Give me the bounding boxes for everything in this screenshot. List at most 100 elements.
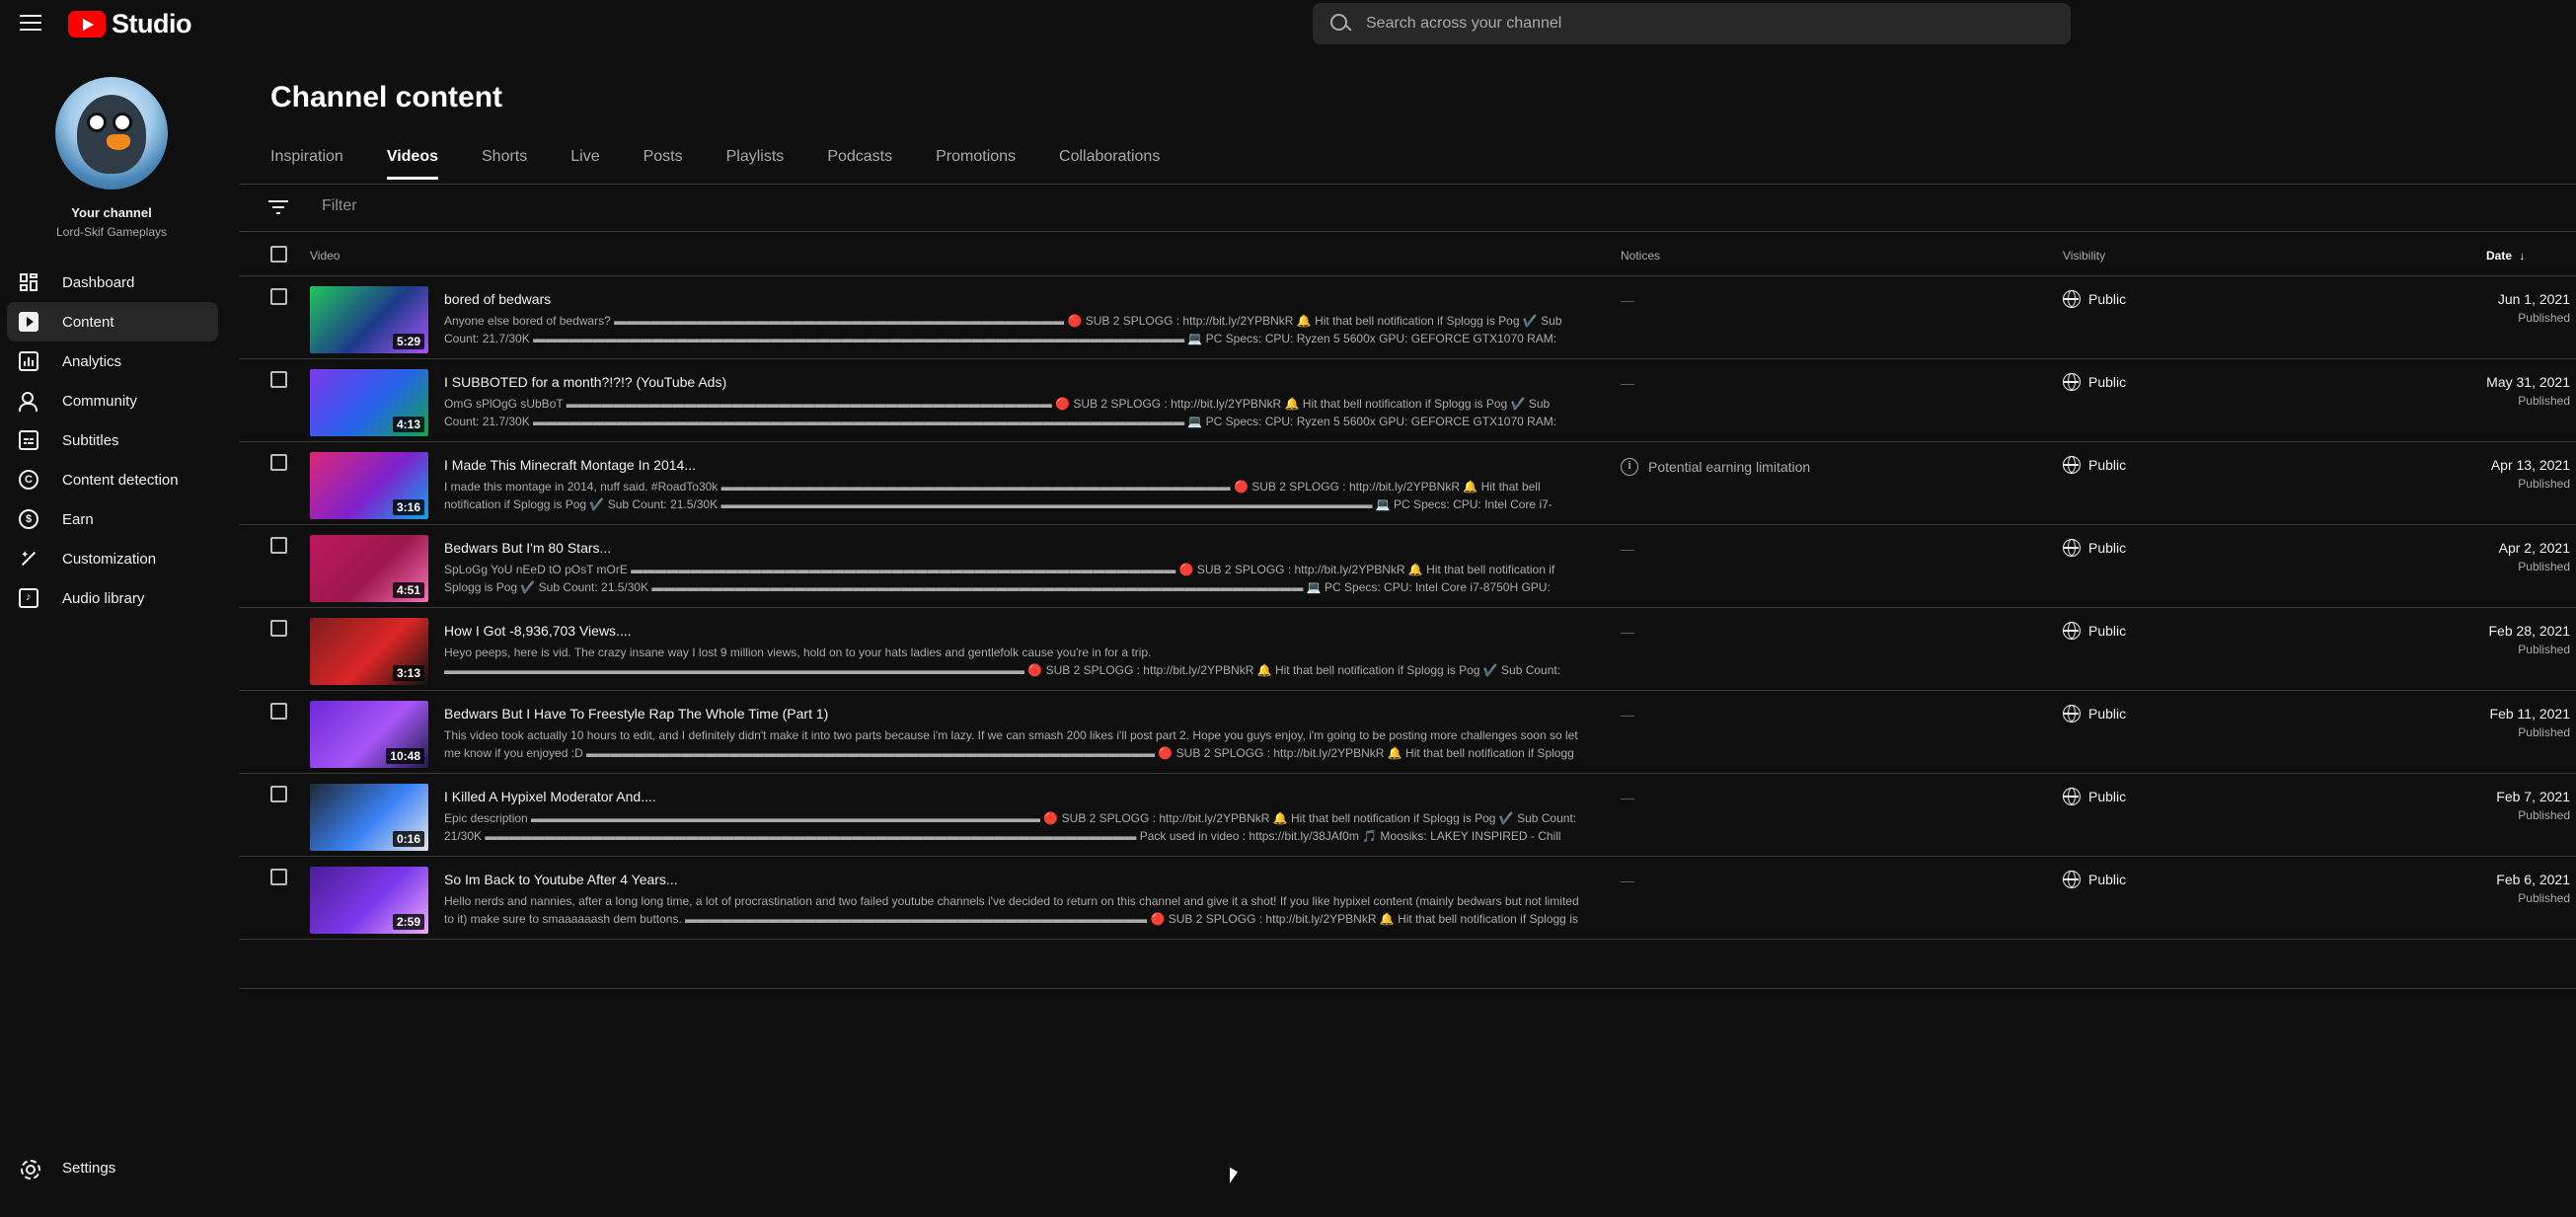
date-cell: Apr 2, 2021 Published xyxy=(2499,540,2570,573)
youtube-logo-icon xyxy=(68,11,106,38)
sidebar-item-dashboard[interactable]: Dashboard xyxy=(7,263,218,302)
visibility-dropdown[interactable]: Public xyxy=(2063,290,2126,308)
search-input[interactable] xyxy=(1366,15,2037,33)
notice-cell[interactable]: i Potential earning limitation xyxy=(1621,458,1810,476)
table-row[interactable]: 3:16 I Made This Minecraft Montage In 20… xyxy=(239,442,2576,525)
tab-posts[interactable]: Posts xyxy=(644,148,683,180)
sidebar-item-content-detection[interactable]: C Content detection xyxy=(7,460,218,499)
row-checkbox[interactable] xyxy=(270,786,287,802)
table-row[interactable]: 4:13 I SUBBOTED for a month?!?!? (YouTub… xyxy=(239,359,2576,442)
video-thumbnail[interactable]: 2:59 xyxy=(310,867,428,934)
table-row[interactable]: 10:48 Bedwars But I Have To Freestyle Ra… xyxy=(239,691,2576,774)
column-header-visibility[interactable]: Visibility xyxy=(2063,249,2105,263)
visibility-dropdown[interactable]: Public xyxy=(2063,539,2126,557)
video-thumbnail[interactable]: 3:16 xyxy=(310,452,428,519)
publish-date: Feb 28, 2021 xyxy=(2488,623,2570,639)
table-row[interactable]: 4:51 Bedwars But I'm 80 Stars... SpLoGg … xyxy=(239,525,2576,608)
row-checkbox[interactable] xyxy=(270,869,287,885)
filter-bar xyxy=(239,185,2576,232)
row-checkbox[interactable] xyxy=(270,371,287,388)
video-duration: 0:16 xyxy=(392,831,424,847)
visibility-dropdown[interactable]: Public xyxy=(2063,788,2126,805)
column-header-notices: Notices xyxy=(1621,249,1661,263)
publish-status: Published xyxy=(2518,643,2570,656)
filter-icon[interactable] xyxy=(268,200,288,214)
date-cell: Feb 6, 2021 Published xyxy=(2496,872,2570,905)
filter-input[interactable] xyxy=(322,197,717,215)
tab-shorts[interactable]: Shorts xyxy=(482,148,527,180)
video-title[interactable]: Bedwars But I'm 80 Stars... xyxy=(444,540,611,556)
video-title[interactable]: I Made This Minecraft Montage In 2014... xyxy=(444,457,696,473)
channel-name: Lord-Skif Gameplays xyxy=(55,225,168,239)
channel-avatar[interactable] xyxy=(55,77,168,190)
tab-podcasts[interactable]: Podcasts xyxy=(827,148,892,180)
publish-date: May 31, 2021 xyxy=(2486,374,2570,390)
tab-promotions[interactable]: Promotions xyxy=(936,148,1016,180)
row-checkbox[interactable] xyxy=(270,620,287,637)
row-checkbox[interactable] xyxy=(270,537,287,554)
sidebar-item-label: Audio library xyxy=(62,589,145,607)
mouse-cursor xyxy=(1230,1167,1238,1188)
video-title[interactable]: How I Got -8,936,703 Views.... xyxy=(444,623,632,639)
table-row[interactable]: 0:16 I Killed A Hypixel Moderator And...… xyxy=(239,774,2576,857)
table-row[interactable]: 3:13 How I Got -8,936,703 Views.... Heyo… xyxy=(239,608,2576,691)
studio-logo[interactable]: Studio xyxy=(68,9,191,39)
video-description: OmG sPlOgG sUbBoT ▬▬▬▬▬▬▬▬▬▬▬▬▬▬▬▬▬▬▬▬▬▬… xyxy=(444,397,1557,428)
sidebar-item-label: Content detection xyxy=(62,471,179,489)
visibility-dropdown[interactable]: Public xyxy=(2063,705,2126,723)
video-thumbnail[interactable]: 0:16 xyxy=(310,784,428,851)
tab-collaborations[interactable]: Collaborations xyxy=(1059,148,1160,180)
menu-icon[interactable] xyxy=(20,12,41,34)
visibility-label: Public xyxy=(2088,872,2127,887)
search-bar[interactable] xyxy=(1313,3,2071,44)
video-title[interactable]: I Killed A Hypixel Moderator And.... xyxy=(444,789,656,804)
video-title[interactable]: So Im Back to Youtube After 4 Years... xyxy=(444,872,678,887)
visibility-dropdown[interactable]: Public xyxy=(2063,622,2126,640)
sidebar-item-label: Dashboard xyxy=(62,273,135,291)
select-all-checkbox[interactable] xyxy=(270,246,287,263)
sort-arrow-down-icon: ↓ xyxy=(2519,249,2526,263)
sidebar-item-earn[interactable]: $ Earn xyxy=(7,499,218,539)
sidebar-item-audio-library[interactable]: ♪ Audio library xyxy=(7,578,218,618)
video-thumbnail[interactable]: 10:48 xyxy=(310,701,428,768)
sidebar-item-customization[interactable]: ✦ Customization xyxy=(7,539,218,578)
visibility-dropdown[interactable]: Public xyxy=(2063,871,2126,888)
row-checkbox[interactable] xyxy=(270,454,287,471)
sidebar-item-settings[interactable]: Settings xyxy=(7,1148,218,1187)
video-duration: 3:16 xyxy=(392,499,424,515)
row-checkbox[interactable] xyxy=(270,288,287,305)
video-thumbnail[interactable]: 4:13 xyxy=(310,369,428,436)
video-description: Epic description ▬▬▬▬▬▬▬▬▬▬▬▬▬▬▬▬▬▬▬▬▬▬▬… xyxy=(444,811,1577,843)
dashboard-icon xyxy=(19,272,38,292)
video-title[interactable]: bored of bedwars xyxy=(444,291,551,307)
globe-icon xyxy=(2063,373,2081,391)
publish-status: Published xyxy=(2518,560,2570,573)
column-header-date[interactable]: Date ↓ xyxy=(2486,249,2525,263)
tab-live[interactable]: Live xyxy=(570,148,599,180)
sidebar-item-label: Earn xyxy=(62,510,94,528)
publish-date: Apr 2, 2021 xyxy=(2498,540,2570,556)
sidebar-item-subtitles[interactable]: Subtitles xyxy=(7,420,218,460)
video-title[interactable]: Bedwars But I Have To Freestyle Rap The … xyxy=(444,706,828,722)
visibility-dropdown[interactable]: Public xyxy=(2063,456,2126,474)
row-checkbox[interactable] xyxy=(270,703,287,720)
sidebar-item-content[interactable]: Content xyxy=(7,302,218,342)
video-title[interactable]: I SUBBOTED for a month?!?!? (YouTube Ads… xyxy=(444,374,726,390)
date-cell: Jun 1, 2021 Published xyxy=(2498,291,2570,325)
video-thumbnail[interactable]: 4:51 xyxy=(310,535,428,602)
table-row[interactable]: 5:29 bored of bedwars Anyone else bored … xyxy=(239,276,2576,359)
notice-cell: — xyxy=(1621,707,1634,723)
search-icon[interactable] xyxy=(1328,12,1352,36)
video-thumbnail[interactable]: 3:13 xyxy=(310,618,428,685)
video-duration: 3:13 xyxy=(392,665,424,681)
sidebar-item-community[interactable]: Community xyxy=(7,381,218,420)
tab-inspiration[interactable]: Inspiration xyxy=(270,148,343,180)
publish-status: Published xyxy=(2518,725,2570,739)
video-thumbnail[interactable]: 5:29 xyxy=(310,286,428,353)
visibility-dropdown[interactable]: Public xyxy=(2063,373,2126,391)
tab-playlists[interactable]: Playlists xyxy=(726,148,785,180)
video-duration: 4:13 xyxy=(392,417,424,432)
sidebar-item-analytics[interactable]: Analytics xyxy=(7,342,218,381)
table-row[interactable]: 2:59 So Im Back to Youtube After 4 Years… xyxy=(239,857,2576,940)
tab-videos[interactable]: Videos xyxy=(386,148,439,180)
